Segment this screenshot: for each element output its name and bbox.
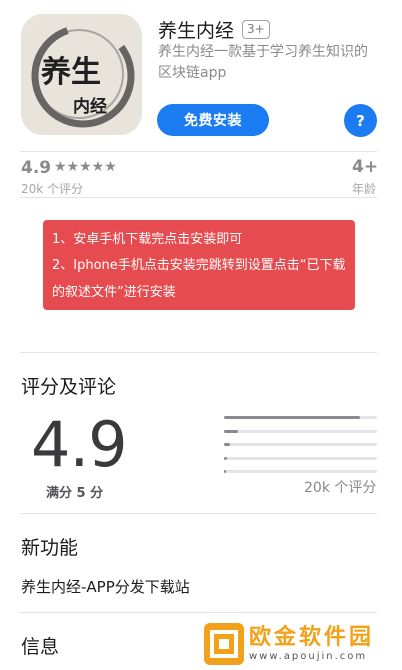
watermark-logo-icon: [204, 623, 244, 665]
divider: [20, 612, 377, 613]
rating-bar-fill: [224, 443, 231, 446]
rating-bar: [224, 456, 377, 460]
summary-rating: 4.9: [21, 158, 52, 178]
watermark-url: www.apoujin.com: [249, 651, 368, 662]
divider: [20, 197, 377, 198]
rating-bar-fill: [224, 429, 238, 433]
app-description: 养生内经一款基于学习养生知识的区块链app: [158, 44, 368, 81]
ratings-section-title: 评分及评论: [21, 376, 117, 398]
divider: [20, 151, 377, 152]
info-title: 信息: [21, 636, 60, 658]
summary-age: 4+: [352, 157, 379, 177]
ratings-big-score: 4.9: [31, 408, 128, 481]
help-button[interactable]: ?: [344, 104, 377, 137]
app-icon: 养生 内经: [21, 14, 142, 135]
age-rating-badge: 3+: [242, 20, 270, 39]
rating-bar: [224, 470, 377, 473]
divider: [20, 352, 377, 353]
watermark-title: 欧金软件园: [249, 625, 375, 650]
notice-line-1: 1、安卓手机下载完点击安装即可: [52, 232, 243, 247]
divider: [20, 513, 377, 514]
install-notice: 1、安卓手机下载完点击安装即可 2、Iphone手机点击安装完跳转到设置点击“已…: [43, 220, 355, 310]
star-rating-icon: ★★★★★: [54, 159, 117, 175]
rating-bar: [224, 443, 377, 446]
site-watermark: 欧金软件园 www.apoujin.com: [204, 622, 398, 666]
summary-rating-count: 20k 个评分: [21, 182, 84, 196]
rating-distribution-bars: [224, 416, 377, 484]
icon-text-top: 养生: [41, 55, 101, 90]
rating-bar: [224, 416, 377, 419]
rating-bar: [224, 429, 377, 433]
ratings-out-of: 满分 5 分: [46, 486, 104, 501]
summary-age-label: 年龄: [352, 182, 377, 196]
new-features-text: 养生内经-APP分发下载站: [21, 578, 190, 596]
ratings-review-count: 20k 个评分: [304, 480, 377, 496]
app-name: 养生内经: [158, 20, 235, 42]
rating-bar-fill: [224, 470, 227, 473]
rating-bar-fill: [224, 416, 361, 419]
new-features-title: 新功能: [21, 537, 79, 559]
install-button[interactable]: 免费安装: [157, 104, 269, 136]
rating-bar-fill: [224, 456, 228, 460]
icon-text-bottom: 内经: [73, 96, 107, 117]
app-name-row: 养生内经 3+: [158, 16, 270, 43]
notice-line-2: 2、Iphone手机点击安装完跳转到设置点击“已下载的叙述文件”进行安装: [52, 258, 346, 300]
app-icon-artwork: 养生 内经: [21, 14, 142, 135]
